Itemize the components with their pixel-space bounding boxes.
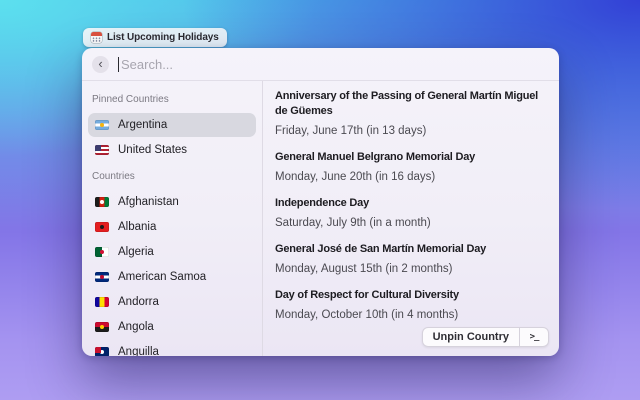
- calendar-icon: [91, 32, 102, 43]
- search-input[interactable]: [119, 57, 549, 72]
- sidebar-item-american-samoa[interactable]: American Samoa: [88, 265, 256, 289]
- holiday-title: Anniversary of the Passing of General Ma…: [275, 89, 547, 119]
- sidebar-item-angola[interactable]: Angola: [88, 315, 256, 339]
- sidebar-item-argentina[interactable]: Argentina: [88, 113, 256, 137]
- country-flag-icon: [95, 272, 109, 282]
- sidebar-item-afghanistan[interactable]: Afghanistan: [88, 190, 256, 214]
- search-bar: ‹: [82, 48, 559, 81]
- flag-emblem: [100, 275, 104, 279]
- sidebar-item-label: United States: [118, 144, 187, 156]
- holiday-date: Friday, June 17th (in 13 days): [275, 124, 547, 139]
- holiday-date: Saturday, July 9th (in a month): [275, 216, 547, 231]
- window-body: Pinned Countries Argentina United States Co…: [82, 81, 559, 356]
- chevron-left-icon: ‹: [98, 57, 102, 70]
- command-pill-label: List Upcoming Holidays: [107, 32, 219, 43]
- holiday-date: Monday, June 20th (in 16 days): [275, 170, 547, 185]
- holiday-title: General José de San Martín Memorial Day: [275, 242, 547, 257]
- country-sidebar[interactable]: Pinned Countries Argentina United States Co…: [82, 81, 263, 356]
- sidebar-item-andorra[interactable]: Andorra: [88, 290, 256, 314]
- sidebar-item-label: Anguilla: [118, 346, 159, 356]
- sidebar-item-label: Algeria: [118, 246, 154, 258]
- sidebar-item-label: American Samoa: [118, 271, 206, 283]
- sidebar-item-label: Albania: [118, 221, 156, 233]
- unpin-country-button[interactable]: Unpin Country: [423, 328, 519, 346]
- sidebar-item-anguilla[interactable]: Anguilla: [88, 340, 256, 356]
- holiday-date: Monday, August 15th (in 2 months): [275, 262, 547, 277]
- flag-canton: [95, 145, 101, 151]
- flag-emblem: [100, 325, 104, 329]
- command-pill: List Upcoming Holidays: [83, 28, 227, 47]
- country-flag-icon: [95, 247, 109, 257]
- holiday-title: Independence Day: [275, 196, 547, 211]
- back-button[interactable]: ‹: [92, 56, 109, 73]
- sidebar-item-algeria[interactable]: Algeria: [88, 240, 256, 264]
- country-flag-icon: [95, 347, 109, 356]
- country-flag-icon: [95, 297, 109, 307]
- desktop-background: List Upcoming Holidays ‹ Pinned Countrie…: [0, 0, 640, 400]
- holiday-item: Anniversary of the Passing of General Ma…: [275, 89, 547, 139]
- sidebar-section-header: Pinned Countries: [92, 94, 252, 105]
- launcher-window: ‹ Pinned Countries Argentina United States…: [82, 48, 559, 356]
- holiday-title: Day of Respect for Cultural Diversity: [275, 288, 547, 303]
- flag-canton: [95, 347, 101, 353]
- sidebar-item-united-states[interactable]: United States: [88, 138, 256, 162]
- flag-emblem: [100, 250, 104, 254]
- holiday-item: General José de San Martín Memorial Day M…: [275, 242, 547, 277]
- flag-emblem: [100, 200, 104, 204]
- holiday-date: Monday, October 10th (in 4 months): [275, 308, 547, 323]
- sidebar-item-label: Afghanistan: [118, 196, 179, 208]
- holiday-item: Day of Respect for Cultural Diversity Mon…: [275, 288, 547, 323]
- holiday-item: General Manuel Belgrano Memorial Day Mond…: [275, 150, 547, 185]
- country-flag-icon: [95, 322, 109, 332]
- terminal-prompt-icon[interactable]: >_: [520, 328, 548, 346]
- sidebar-item-label: Argentina: [118, 119, 167, 131]
- holiday-item: Independence Day Saturday, July 9th (in a…: [275, 196, 547, 231]
- sidebar-item-label: Angola: [118, 321, 154, 333]
- country-flag-icon: [95, 145, 109, 155]
- sidebar-section-header: Countries: [92, 171, 252, 182]
- country-flag-icon: [95, 120, 109, 130]
- flag-emblem: [100, 123, 104, 127]
- country-flag-icon: [95, 197, 109, 207]
- holiday-detail-pane: Anniversary of the Passing of General Ma…: [263, 81, 559, 356]
- action-button-group: Unpin Country >_: [422, 327, 549, 347]
- sidebar-item-label: Andorra: [118, 296, 159, 308]
- sidebar-item-albania[interactable]: Albania: [88, 215, 256, 239]
- flag-emblem: [100, 225, 104, 229]
- holiday-title: General Manuel Belgrano Memorial Day: [275, 150, 547, 165]
- country-flag-icon: [95, 222, 109, 232]
